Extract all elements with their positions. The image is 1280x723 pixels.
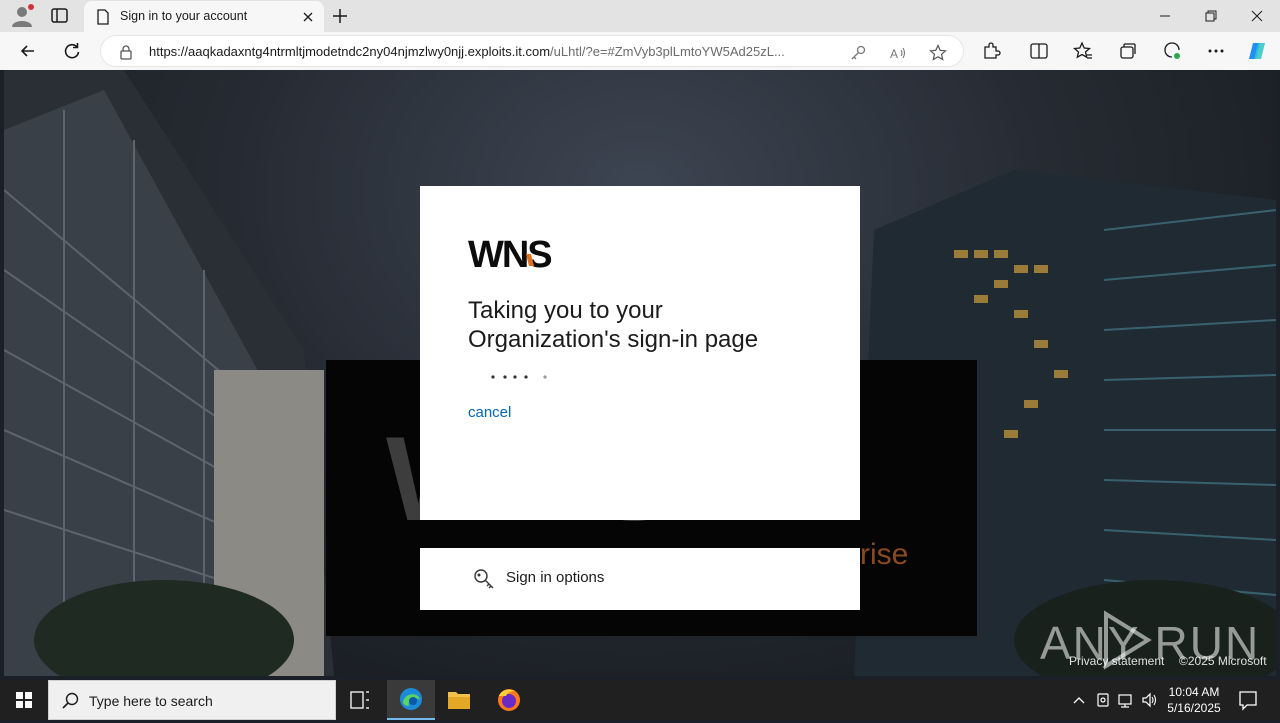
anyrun-watermark: ANY RUN [1040, 617, 1261, 669]
signin-card: WNS Taking you to your Organization's si… [420, 186, 860, 520]
cancel-link[interactable]: cancel [468, 404, 511, 421]
lock-icon[interactable] [119, 44, 133, 60]
new-tab-icon[interactable] [330, 6, 350, 26]
key-password-icon[interactable] [849, 44, 867, 62]
device-icon[interactable] [1094, 690, 1112, 710]
close-tab-icon[interactable] [300, 9, 316, 25]
url-text[interactable]: https://aaqkadaxntg4ntrmltjmodetndc2ny04… [149, 44, 839, 59]
minimize-icon[interactable] [1155, 6, 1175, 26]
volume-icon[interactable] [1141, 690, 1159, 710]
windows-taskbar: Type here to search 10:04 AM 5/16/2025 [0, 680, 1280, 720]
key-search-icon [474, 569, 494, 589]
browser-titlebar: Sign in to your account [0, 0, 1280, 32]
extensions-icon[interactable] [981, 41, 1001, 61]
more-options-icon[interactable] [1206, 41, 1226, 61]
logo-accent-stroke [526, 254, 534, 266]
tab-title: Sign in to your account [120, 9, 248, 23]
address-bar[interactable]: https://aaqkadaxntg4ntrmltjmodetndc2ny04… [100, 35, 964, 67]
taskbar-edge[interactable] [387, 680, 435, 720]
browser-toolbar: https://aaqkadaxntg4ntrmltjmodetndc2ny04… [0, 32, 1280, 70]
url-host: https://aaqkadaxntg4ntrmltjmodetndc2ny04… [149, 44, 551, 59]
left-building-graphic [4, 70, 334, 676]
show-hidden-icons-icon[interactable] [1070, 690, 1088, 710]
restore-icon[interactable] [1201, 6, 1221, 26]
read-aloud-icon[interactable]: A [889, 44, 907, 62]
windows-start-icon[interactable] [0, 680, 48, 720]
notification-dot [28, 4, 34, 10]
browser-essentials-icon[interactable] [1162, 41, 1182, 61]
network-icon[interactable] [1117, 690, 1135, 710]
refresh-icon[interactable] [62, 41, 82, 61]
notifications-icon[interactable] [1236, 688, 1260, 712]
clock-time: 10:04 AM [1168, 685, 1220, 699]
page-icon [97, 9, 109, 25]
close-window-icon[interactable] [1247, 6, 1267, 26]
taskbar-search-box[interactable]: Type here to search [48, 680, 336, 720]
copilot-icon[interactable] [1247, 41, 1267, 61]
firefox-icon[interactable] [485, 680, 533, 720]
task-view-icon[interactable] [336, 680, 384, 720]
svg-text:A: A [890, 47, 898, 61]
file-explorer-icon[interactable] [435, 680, 483, 720]
collections-icon[interactable] [1118, 41, 1138, 61]
banner-tagline: rise [860, 538, 909, 571]
url-path: /uLhtl/?e=#ZmVyb3plLmtoYW5Ad25zL... [550, 44, 785, 59]
signin-options-button[interactable]: Sign in options [420, 548, 860, 610]
loading-dots [491, 375, 547, 379]
clock-date: 5/16/2025 [1167, 701, 1221, 715]
search-icon [62, 692, 79, 709]
favorite-star-icon[interactable] [929, 44, 947, 62]
signin-options-label: Sign in options [506, 569, 605, 586]
edge-icon [400, 688, 422, 710]
tab-actions-icon[interactable] [50, 7, 70, 25]
split-screen-icon[interactable] [1029, 41, 1049, 61]
search-placeholder: Type here to search [89, 693, 213, 709]
active-tab[interactable]: Sign in to your account [84, 1, 324, 32]
back-icon[interactable] [18, 41, 38, 61]
page-viewport: WNS rise WNS Taking you to your Organiza… [4, 70, 1276, 676]
system-clock[interactable]: 10:04 AM 5/16/2025 [1160, 684, 1228, 716]
favorites-icon[interactable] [1073, 41, 1093, 61]
signin-heading: Taking you to your Organization's sign-i… [468, 297, 759, 353]
